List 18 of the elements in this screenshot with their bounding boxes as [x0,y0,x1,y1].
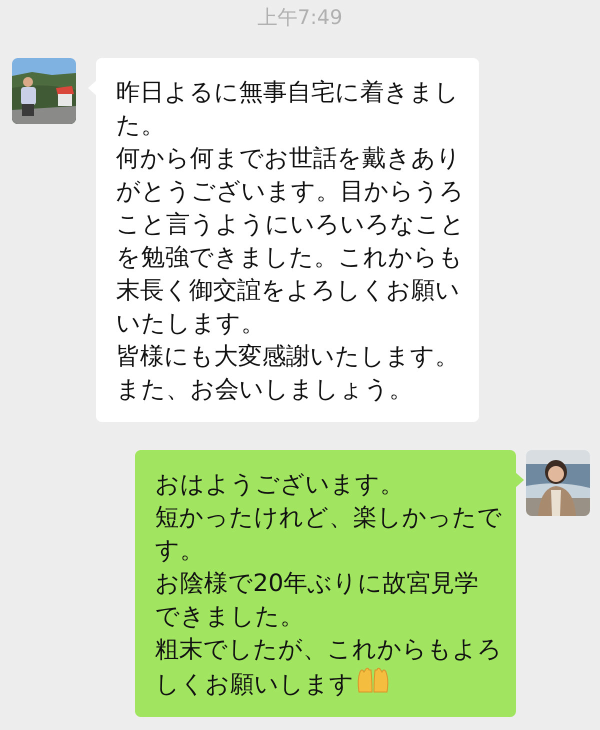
message-text: いたします。 [116,309,265,337]
message-text: す。 [155,536,204,564]
message-text: 末長く御交誼をよろしくお願い [116,276,460,304]
message-text: 皆様にも大変感謝いたします。 [116,342,459,370]
message-text: がとうございます。目からうろ [116,177,464,205]
message-text: 昨日よるに無事自宅に着きまし [116,78,459,106]
message-text: 何から何までお世話を戴きあり [116,144,461,172]
message-text: お陰様で20年ぶりに故宮見学 [155,569,479,597]
message-text: こと言うようにいろいろなこと [116,210,465,238]
message-text: しくお願いします [155,670,354,698]
message-text: おはようございます。 [155,470,404,498]
message-text: できました。 [155,602,304,630]
timestamp: 上午7:49 [258,4,342,31]
message-text: を勉強できました。これからも [116,243,463,271]
message-text: た。 [116,111,165,139]
message-text: また、お会いしましょう。 [116,375,413,403]
message-text: 粗末でしたが、これからもよろ [155,635,502,663]
message-text: 短かったけれど、楽しかったで [155,503,502,531]
